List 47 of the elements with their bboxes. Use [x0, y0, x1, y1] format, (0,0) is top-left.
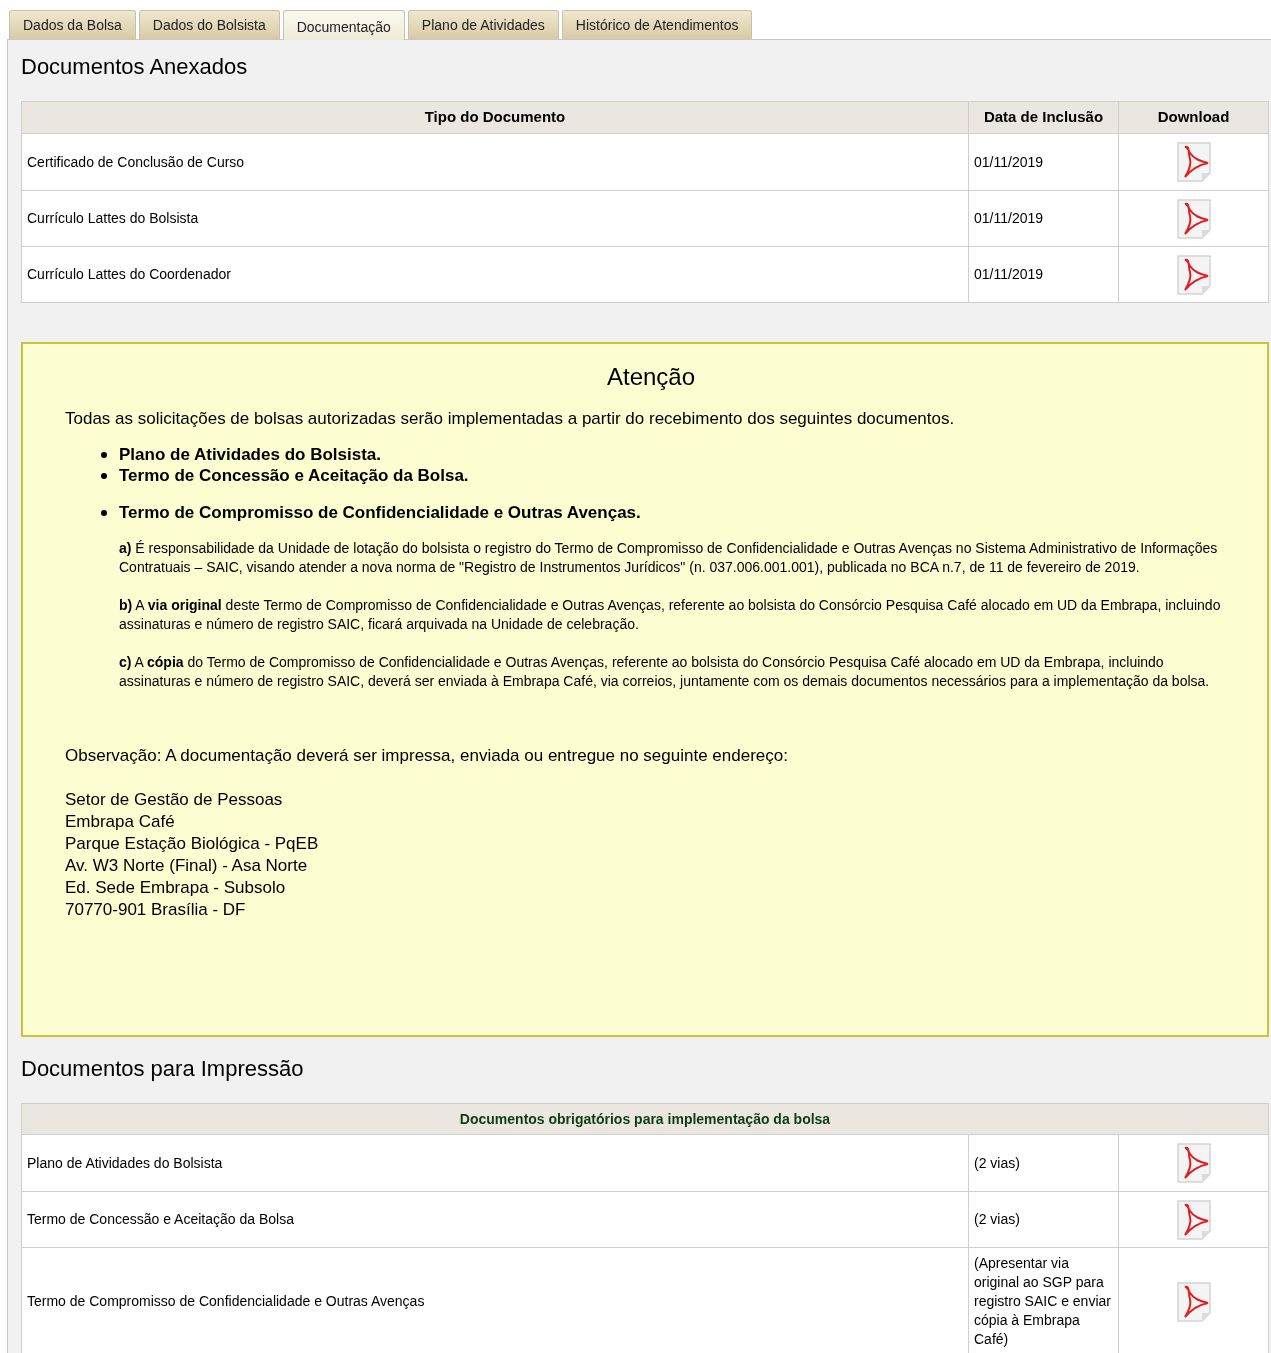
- table-cell: (2 vias): [974, 1153, 1020, 1173]
- tab[interactable]: Dados da Bolsa: [9, 10, 136, 39]
- pdf-icon[interactable]: [1175, 1142, 1212, 1184]
- table-cell: (2 vias): [974, 1210, 1020, 1229]
- table-cell-text: Termo de Compromisso de Confidencialidade e Outras Avenças: [27, 1292, 425, 1311]
- bullet-icon: [101, 472, 107, 479]
- list-item: Plano de Atividades do Bolsista.: [119, 444, 381, 465]
- note-paragraph: c) A cópia do Termo de Compromisso de Confidencialidade e Outras Avenças, referente ao bolsista do Consórcio Pesquisa Café alocado em UD da Embrapa, incluindo assinaturas e número de registro SAIC, deverá ser enviada à Embrapa Café, via correios, juntamente com os demais documentos necessários para a implementação da bolsa.: [119, 653, 1211, 691]
- section-title: Documentos para Impressão: [21, 1055, 305, 1083]
- column-header: Data de Inclusão: [968, 102, 1118, 133]
- pdf-icon[interactable]: [1175, 1198, 1212, 1241]
- bullet-icon: [101, 509, 107, 516]
- address-line: 70770-901 Brasília - DF: [65, 899, 247, 921]
- table-cell-text: 01/11/2019: [974, 265, 1044, 284]
- tab[interactable]: Histórico de Atendimentos: [561, 10, 753, 39]
- column-header: Documentos obrigatórios para implementação da bolsa: [459, 1109, 831, 1129]
- column-header: Download: [1118, 102, 1268, 133]
- table-cell-text: Currículo Lattes do Coordenador: [27, 265, 231, 284]
- tab[interactable]: Documentação: [282, 10, 405, 40]
- section-title: Documentos Anexados: [21, 53, 249, 81]
- bullet-icon: [101, 451, 107, 458]
- address-line: Parque Estação Biológica - PqEB: [65, 833, 320, 855]
- observation-text: Observação: A documentação deverá ser impressa, enviada ou entregue no seguinte endereço:: [65, 745, 789, 767]
- intro-text: Todas as solicitações de bolsas autorizadas serão implementadas a partir do recebimento dos seguintes documentos.: [65, 408, 956, 430]
- address-line: Setor de Gestão de Pessoas: [65, 789, 284, 811]
- table-cell-text: Certificado de Conclusão de Curso: [27, 152, 245, 172]
- table-cell-text: (Apresentar via original ao SGP para registro SAIC e enviar cópia à Embrapa Café): [974, 1254, 1112, 1349]
- tab[interactable]: Plano de Atividades: [407, 10, 559, 39]
- address-line: Embrapa Café: [65, 811, 176, 833]
- table-cell-text: 01/11/2019: [974, 209, 1044, 228]
- attention-title: Atenção: [605, 362, 697, 392]
- tab[interactable]: Dados do Bolsista: [138, 10, 280, 39]
- note-paragraph: a) É responsabilidade da Unidade de lotação do bolsista o registro do Termo de Compromisso de Confidencialidade e Outras Avenças no Sistema Administrativo de Informações Contratuais – SAIC, visando atender a nova norma de "Registro de Instrumentos Jurídicos" (n. 037.006.001.001), publicada no BCA n.7, de 11 de fevereiro de 2019.: [119, 539, 1219, 577]
- pdf-icon[interactable]: [1175, 253, 1212, 296]
- list-item: Termo de Compromisso de Confidencialidade e Outras Avenças.: [119, 502, 641, 523]
- address-line: Av. W3 Norte (Final) - Asa Norte: [65, 855, 309, 877]
- table-cell-text: Currículo Lattes do Bolsista: [27, 209, 199, 228]
- table-cell-text: Termo de Concessão e Aceitação da Bolsa: [27, 1210, 294, 1229]
- table-cell-text: 01/11/2019: [974, 152, 1044, 172]
- column-header: Tipo do Documento: [423, 107, 567, 128]
- pdf-icon[interactable]: [1175, 1280, 1212, 1323]
- pdf-icon[interactable]: [1175, 197, 1212, 240]
- list-item: Termo de Concessão e Aceitação da Bolsa.: [119, 465, 469, 486]
- address-line: Ed. Sede Embrapa - Subsolo: [65, 877, 287, 899]
- note-paragraph: b) A via original deste Termo de Compromisso de Confidencialidade e Outras Avenças, referente ao bolsista do Consórcio Pesquisa Café alocado em UD da Embrapa, incluindo assinaturas e número de registro SAIC, ficará arquivada na Unidade de celebração.: [119, 596, 1222, 634]
- table-cell-text: Plano de Atividades do Bolsista: [27, 1153, 223, 1173]
- pdf-icon[interactable]: [1175, 141, 1212, 183]
